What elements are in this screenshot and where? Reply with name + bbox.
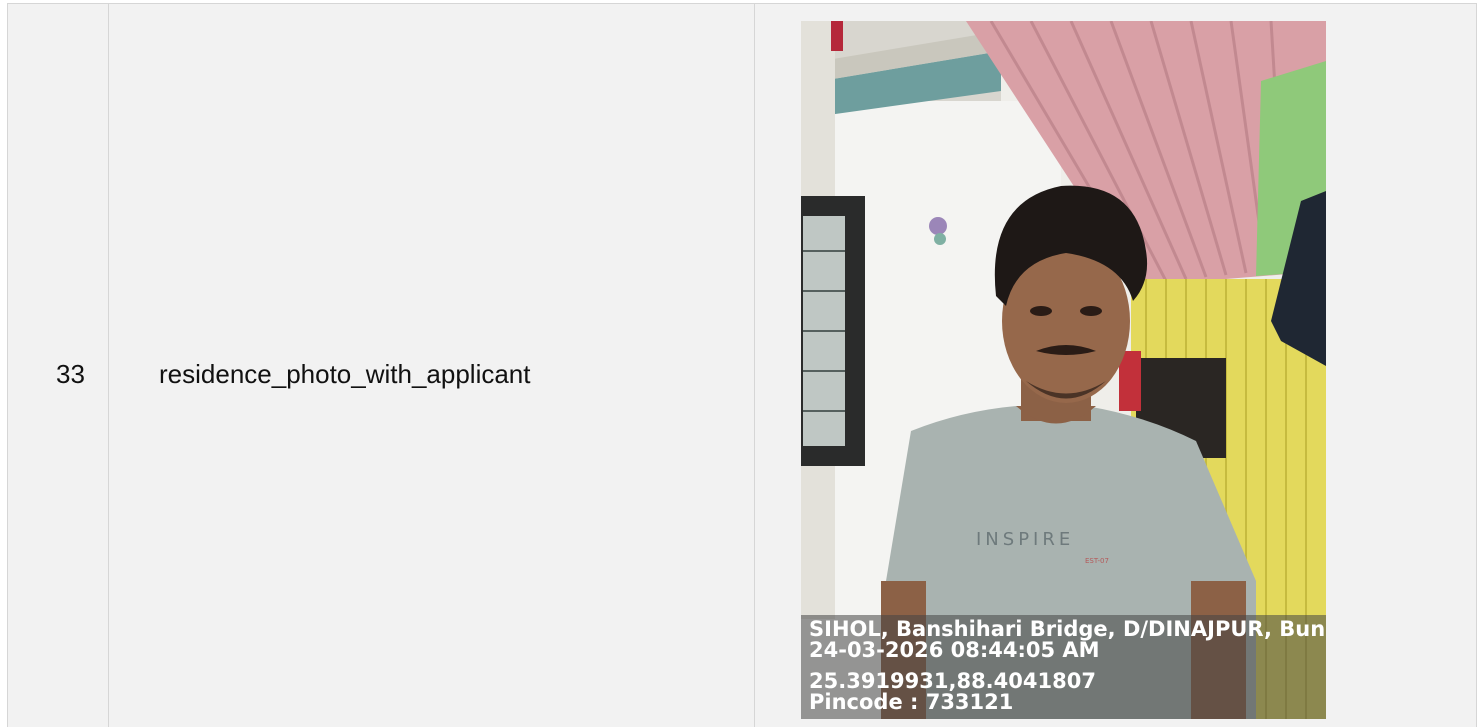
- photo-cell: INSPIRE EST-07 SIHOL, Banshihari Bridge,…: [755, 4, 1476, 727]
- table-row: 33 residence_photo_with_applicant INSPIR…: [7, 3, 1477, 727]
- stamp-datetime: 24-03-2026 08:44:05 AM: [809, 638, 1100, 662]
- field-name: residence_photo_with_applicant: [159, 359, 531, 389]
- shirt-print: INSPIRE: [976, 529, 1075, 550]
- stamp-coordinates: 25.3919931,88.4041807: [809, 669, 1096, 693]
- stamp-location: SIHOL, Banshihari Bridge, D/DINAJPUR, Bu…: [809, 617, 1326, 641]
- field-name-cell: residence_photo_with_applicant: [109, 4, 755, 727]
- row-number-cell: 33: [8, 4, 109, 727]
- row-number: 33: [56, 359, 85, 389]
- geo-stamp: SIHOL, Banshihari Bridge, D/DINAJPUR, Bu…: [801, 615, 1326, 719]
- residence-photo[interactable]: INSPIRE EST-07 SIHOL, Banshihari Bridge,…: [801, 21, 1326, 719]
- shirt-print-sub: EST-07: [1085, 557, 1109, 565]
- stamp-pincode: Pincode : 733121: [809, 690, 1014, 714]
